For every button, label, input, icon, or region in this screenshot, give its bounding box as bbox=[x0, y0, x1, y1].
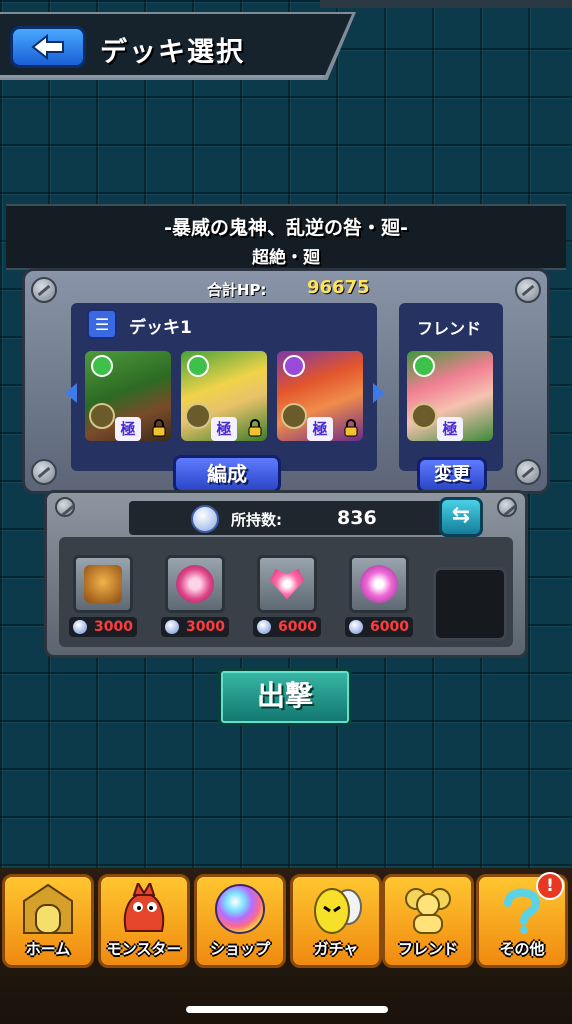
sortie-button[interactable]: 出撃 bbox=[218, 668, 352, 726]
home-gate-icon bbox=[23, 883, 73, 934]
item-box bbox=[165, 555, 225, 613]
screw-icon bbox=[55, 497, 75, 517]
edit-deck-button[interactable]: 編成 bbox=[173, 455, 281, 493]
item-slot-2[interactable]: 3000 bbox=[159, 553, 231, 639]
nav-label: ホーム bbox=[25, 940, 71, 958]
mini-stone-icon bbox=[349, 620, 363, 634]
lock-icon bbox=[248, 419, 262, 437]
nav-label: ガチャ bbox=[313, 940, 359, 958]
screw-icon bbox=[515, 277, 541, 303]
nav-label: ショップ bbox=[209, 940, 270, 958]
item-cost: 3000 bbox=[161, 617, 229, 637]
gacha-egg-icon bbox=[314, 888, 362, 934]
nav-label: フレンド bbox=[397, 940, 458, 958]
rainbow-orb-icon bbox=[215, 884, 265, 934]
friend-monster-slot[interactable]: 極 bbox=[407, 351, 493, 441]
gauge-icon bbox=[89, 403, 115, 429]
item-panel: 所持数: 836 ⇆ 3000 3000 6000 6000 bbox=[44, 490, 528, 658]
empty-item-slot bbox=[433, 567, 507, 641]
rank-badge: 極 bbox=[437, 417, 463, 441]
item-cost: 6000 bbox=[253, 617, 321, 637]
item-cost-value: 6000 bbox=[278, 619, 317, 635]
swap-button[interactable]: ⇆ bbox=[439, 497, 483, 537]
mini-stone-icon bbox=[257, 620, 271, 634]
change-friend-button[interactable]: 変更 bbox=[417, 457, 487, 493]
orb-stone-icon bbox=[191, 505, 219, 533]
mini-stone-icon bbox=[165, 620, 179, 634]
total-hp-label: 合計HP: bbox=[207, 281, 267, 299]
friends-icon bbox=[405, 888, 451, 934]
nav-label: モンスター bbox=[106, 940, 182, 958]
monster-slot-3[interactable]: 極 bbox=[277, 351, 363, 441]
gauge-icon bbox=[411, 403, 437, 429]
nav-friend[interactable]: フレンド bbox=[382, 874, 474, 968]
item-box bbox=[257, 555, 317, 613]
stone-bar: 所持数: 836 bbox=[129, 501, 449, 535]
lock-icon bbox=[152, 419, 166, 437]
home-indicator[interactable] bbox=[186, 1006, 388, 1013]
deck-panel: 合計HP: 96675 ☰ デッキ1 フレンド 極 極 極 極 編成 変更 bbox=[22, 268, 550, 494]
speed-orb-icon bbox=[176, 565, 214, 603]
gauge-icon bbox=[185, 403, 211, 429]
sparkle-orb-icon bbox=[360, 565, 398, 603]
monster-slot-2[interactable]: 極 bbox=[181, 351, 267, 441]
screw-icon bbox=[497, 497, 517, 517]
deck-prev-arrow-icon[interactable] bbox=[65, 383, 77, 403]
wood-element-icon bbox=[91, 355, 113, 377]
rank-badge: 極 bbox=[307, 417, 333, 441]
back-button[interactable] bbox=[10, 26, 86, 68]
lock-icon bbox=[344, 419, 358, 437]
back-arrow-icon bbox=[31, 34, 64, 60]
notification-badge: ! bbox=[536, 872, 564, 900]
rank-badge: 極 bbox=[211, 417, 237, 441]
wood-element-icon bbox=[187, 355, 209, 377]
wood-element-icon bbox=[413, 355, 435, 377]
deck-next-arrow-icon[interactable] bbox=[373, 383, 385, 403]
item-cost: 6000 bbox=[345, 617, 413, 637]
screw-icon bbox=[515, 459, 541, 485]
item-slot-1[interactable]: 3000 bbox=[67, 553, 139, 639]
item-box bbox=[73, 555, 133, 613]
friend-label: フレンド bbox=[417, 319, 482, 338]
item-cost-value: 3000 bbox=[186, 619, 225, 635]
top-frame-decoration bbox=[320, 0, 572, 8]
item-cost-value: 6000 bbox=[370, 619, 409, 635]
item-slot-3[interactable]: 6000 bbox=[251, 553, 323, 639]
monster-icon bbox=[123, 883, 165, 932]
nav-gacha[interactable]: ガチャ bbox=[290, 874, 382, 968]
mini-stone-icon bbox=[73, 620, 87, 634]
screw-icon bbox=[31, 277, 57, 303]
monster-slot-1[interactable]: 極 bbox=[85, 351, 171, 441]
total-hp-value: 96675 bbox=[307, 277, 370, 298]
gauge-icon bbox=[281, 403, 307, 429]
page-title: デッキ選択 bbox=[100, 37, 245, 68]
item-cost: 3000 bbox=[69, 617, 137, 637]
dark-element-icon bbox=[283, 355, 305, 377]
item-slot-4[interactable]: 6000 bbox=[343, 553, 415, 639]
deck-list-icon[interactable]: ☰ bbox=[87, 309, 117, 339]
quest-difficulty: 超絶・廻 bbox=[252, 248, 320, 268]
nav-label: その他 bbox=[499, 940, 545, 958]
heart-heal-icon bbox=[269, 568, 305, 600]
rank-badge: 極 bbox=[115, 417, 141, 441]
nav-home[interactable]: ホーム bbox=[2, 874, 94, 968]
screw-icon bbox=[31, 459, 57, 485]
treasure-chest-icon bbox=[84, 565, 122, 603]
stone-count: 836 bbox=[337, 507, 377, 529]
nav-shop[interactable]: ショップ bbox=[194, 874, 286, 968]
stone-label: 所持数: bbox=[231, 511, 282, 529]
deck-name: デッキ1 bbox=[129, 318, 192, 338]
quest-banner: -暴威の鬼神、乱逆の咎・廻- 超絶・廻 bbox=[6, 204, 566, 270]
item-box bbox=[349, 555, 409, 613]
quest-name: -暴威の鬼神、乱逆の咎・廻- bbox=[164, 217, 408, 239]
item-cost-value: 3000 bbox=[94, 619, 133, 635]
nav-monster[interactable]: モンスター bbox=[98, 874, 190, 968]
